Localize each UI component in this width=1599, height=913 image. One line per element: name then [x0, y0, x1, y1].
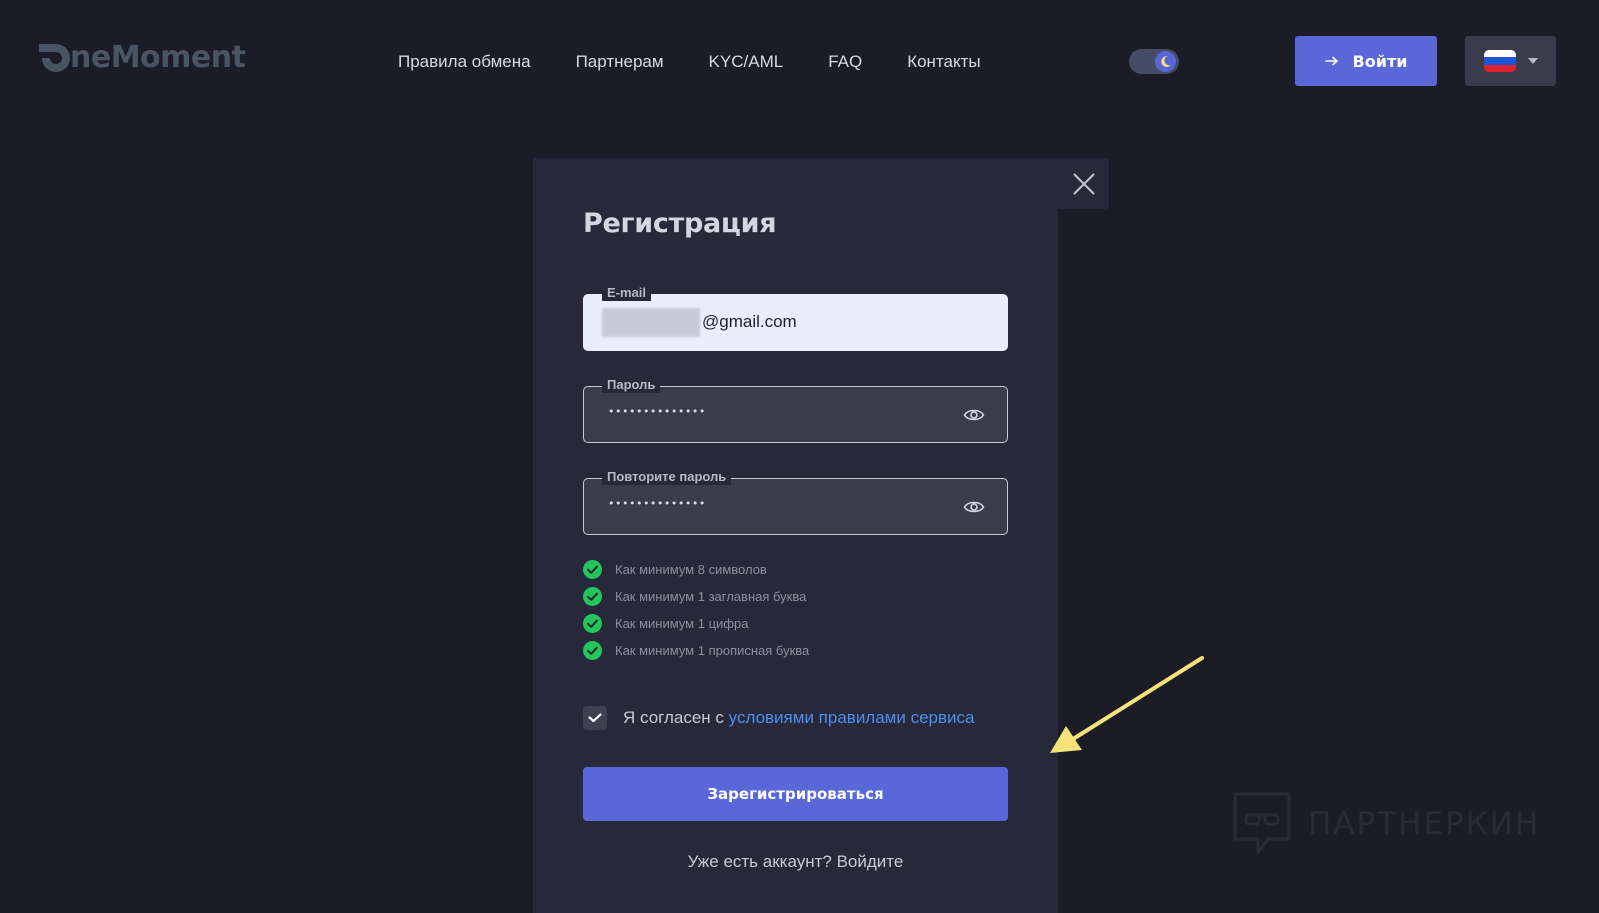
modal-title: Регистрация [583, 208, 777, 239]
email-label: E-mail [602, 285, 652, 301]
eye-icon[interactable] [963, 497, 985, 517]
password-rule: Как минимум 8 символов [583, 556, 809, 583]
repeat-password-label: Повторите пароль [602, 469, 732, 485]
email-value: @gmail.com [702, 312, 797, 331]
password-value: •••••••••••••• [608, 405, 706, 418]
check-circle-icon [583, 560, 602, 579]
register-button[interactable]: Зарегистрироваться [583, 767, 1008, 821]
password-rule-text: Как минимум 8 символов [615, 562, 767, 577]
terms-text: Я согласен с условиями правилами сервиса [623, 708, 974, 728]
theme-toggle-knob [1155, 51, 1176, 72]
registration-modal: Регистрация E-mail @gmail.com Пароль •••… [533, 158, 1058, 913]
checkmark-icon [588, 713, 602, 723]
password-rule-text: Как минимум 1 прописная буква [615, 643, 810, 658]
logo-text: neMoment [70, 40, 246, 75]
moon-icon [1161, 55, 1171, 67]
password-rule: Как минимум 1 заглавная буква [583, 583, 809, 610]
russia-flag-icon [1483, 50, 1516, 72]
terms-prefix: Я согласен с [623, 708, 724, 727]
language-selector[interactable] [1465, 36, 1556, 86]
password-rules-list: Как минимум 8 символов Как минимум 1 заг… [583, 556, 809, 664]
password-rule: Как минимум 1 прописная буква [583, 637, 809, 664]
nav-exchange-rules[interactable]: Правила обмена [398, 52, 531, 72]
repeat-password-field[interactable]: Повторите пароль •••••••••••••• [583, 469, 1008, 535]
logo-mark-icon [39, 44, 70, 72]
password-field[interactable]: Пароль •••••••••••••• [583, 377, 1008, 443]
check-circle-icon [583, 641, 602, 660]
nav-kyc-aml[interactable]: KYC/AML [709, 52, 784, 72]
eye-icon[interactable] [963, 405, 985, 425]
login-link[interactable]: Уже есть аккаунт? Войдите [533, 852, 1058, 872]
watermark: ПАРТНЕРКИН [1232, 791, 1540, 857]
close-icon [1073, 173, 1094, 194]
password-rule-text: Как минимум 1 заглавная буква [615, 589, 807, 604]
nav-contacts[interactable]: Контакты [907, 52, 980, 72]
login-button[interactable]: Войти [1295, 36, 1437, 86]
main-nav: Правила обмена Партнерам KYC/AML FAQ Кон… [398, 48, 981, 76]
terms-checkbox[interactable] [583, 706, 607, 730]
close-button[interactable] [1058, 158, 1109, 209]
terms-link[interactable]: условиями правилами сервиса [729, 708, 975, 727]
nav-partners[interactable]: Партнерам [576, 52, 664, 72]
password-rule-text: Как минимум 1 цифра [615, 616, 749, 631]
check-circle-icon [583, 587, 602, 606]
repeat-password-value: •••••••••••••• [608, 497, 706, 510]
terms-agreement: Я согласен с условиями правилами сервиса [583, 706, 974, 730]
caret-down-icon [1527, 57, 1538, 64]
theme-toggle[interactable] [1129, 49, 1179, 74]
arrow-right-icon [1324, 56, 1338, 66]
email-field[interactable]: E-mail @gmail.com [583, 285, 1008, 351]
spy-face-icon [1233, 792, 1291, 855]
logo[interactable]: neMoment [36, 38, 246, 78]
annotation-arrow-icon [1050, 656, 1204, 753]
login-button-label: Войти [1352, 51, 1408, 71]
check-circle-icon [583, 614, 602, 633]
email-redacted-part [602, 308, 700, 337]
password-rule: Как минимум 1 цифра [583, 610, 809, 637]
nav-faq[interactable]: FAQ [828, 52, 862, 72]
password-label: Пароль [602, 377, 661, 393]
watermark-text: ПАРТНЕРКИН [1308, 806, 1541, 842]
